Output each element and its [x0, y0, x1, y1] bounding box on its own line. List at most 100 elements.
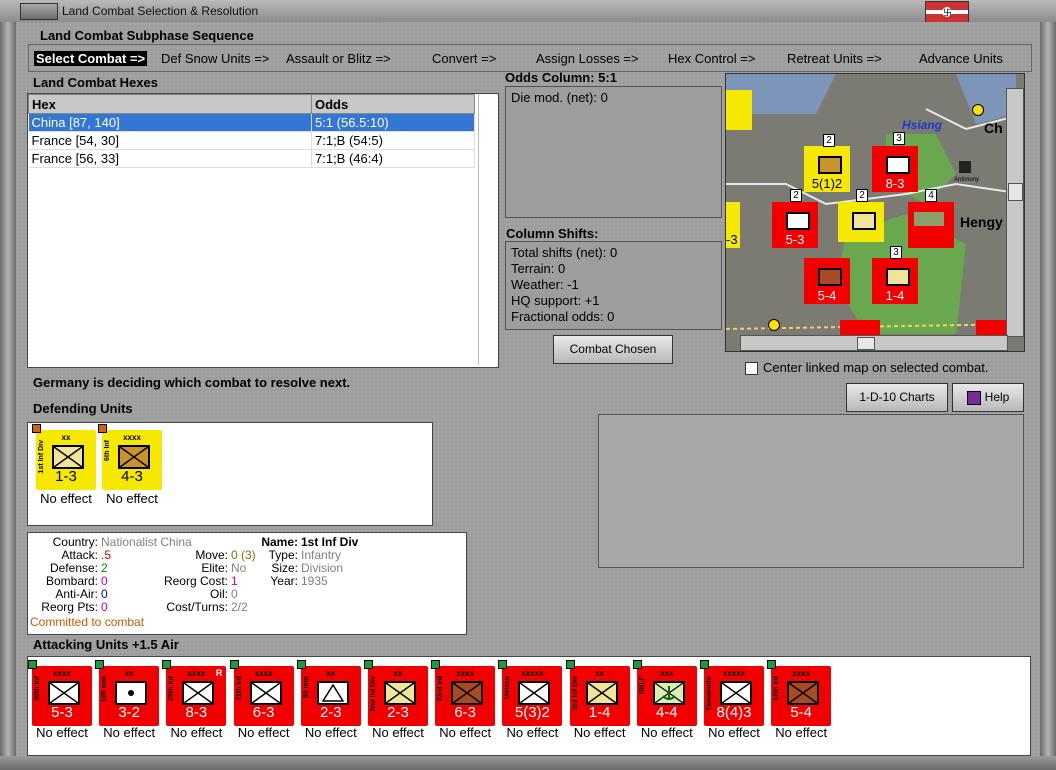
map-unit[interactable] [838, 202, 884, 242]
infantry-symbol-icon [182, 681, 215, 705]
unit-name: Umezu [504, 676, 512, 699]
infantry-symbol-icon [451, 681, 484, 705]
infantry-symbol-icon [48, 681, 80, 705]
defending-unit[interactable]: xxxx 6th Inf 4-3 [98, 424, 162, 490]
shift-fractional: Fractional odds: 0 [511, 309, 615, 324]
info-panel [598, 414, 1024, 568]
status-led [431, 660, 441, 669]
combat-chosen-button[interactable]: Combat Chosen [553, 335, 673, 364]
unit-size: xxxx [792, 669, 811, 678]
unit-factors: 8-3 [185, 704, 208, 721]
unit-symbol-icon [886, 268, 910, 286]
reserve-marker: R [215, 668, 223, 678]
scroll-thumb[interactable] [857, 337, 875, 350]
attacking-unit[interactable]: xxxx 12th Inf 5-4 [767, 660, 832, 726]
reorg-value: 0 [101, 600, 108, 614]
status-led [95, 660, 105, 669]
map-unit[interactable]: -3 [726, 202, 740, 248]
infantry-symbol-icon [720, 681, 752, 705]
attacking-unit[interactable]: xxxx 23rd Inf 6-3 [431, 660, 496, 726]
system-menu-button[interactable] [20, 3, 58, 20]
map-unit[interactable]: 1-4 [872, 258, 918, 304]
attacking-unit[interactable]: xx 105 mm 3-2 [95, 660, 160, 726]
hexes-scrollbar[interactable] [478, 94, 497, 365]
unit-name: 80 mm [302, 676, 310, 699]
charts-button[interactable]: 1-D-10 Charts [846, 383, 948, 412]
step-convert: Convert => [432, 51, 497, 66]
attacking-unit[interactable]: xxxx 11th Inf 6-3 [229, 660, 294, 726]
step-retreat-units: Retreat Units => [787, 51, 882, 66]
map-unit[interactable]: 5-4 [804, 258, 850, 304]
map-unit[interactable]: 8-3 [872, 146, 918, 192]
scroll-thumb[interactable] [1008, 183, 1023, 201]
status-led [767, 660, 777, 669]
map-unit[interactable]: 5(1)2 [804, 146, 850, 192]
step-assign-losses: Assign Losses => [536, 51, 639, 66]
map-unit[interactable] [908, 202, 954, 248]
col-odds[interactable]: Odds [311, 94, 475, 114]
marine-symbol-icon [652, 681, 685, 705]
reorg-label: Reorg Pts: [41, 600, 98, 614]
map-label-hsiang: Hsiang [902, 118, 943, 132]
center-map-checkbox[interactable] [745, 362, 758, 375]
unit-name: 11th Inf [235, 676, 243, 701]
status-led [364, 660, 373, 669]
resource-icon [959, 161, 971, 173]
attacking-unit[interactable]: xx 3rd Inf Div 1-4 [565, 660, 630, 726]
country-value: Nationalist China [101, 535, 192, 549]
table-row[interactable]: France [54, 30] 7:1;B (54:5) [28, 131, 475, 150]
map-vertical-scrollbar[interactable] [1006, 88, 1024, 337]
hex-cell: China [87, 140] [28, 113, 312, 132]
unit-result: No effect [304, 725, 357, 740]
hex-cell: France [54, 30] [28, 131, 312, 150]
unit-result: No effect [506, 725, 559, 740]
status-led [632, 660, 642, 669]
right-frame-rail [1040, 22, 1056, 770]
unit-symbol-icon [786, 212, 810, 230]
infantry-symbol-icon [118, 445, 150, 469]
map-unit[interactable] [726, 90, 752, 130]
center-map-label: Center linked map on selected combat. [763, 360, 989, 375]
infantry-symbol-icon [52, 445, 84, 469]
attacking-unit[interactable]: xx 80 mm 2-3 [296, 660, 361, 726]
attacking-unit[interactable]: xxx SNLF 4-4 [632, 660, 697, 726]
defending-heading: Defending Units [33, 401, 133, 416]
table-row[interactable]: China [87, 140] 5:1 (56.5:10) [28, 113, 475, 132]
unit-result: No effect [775, 725, 828, 740]
unit-factors: 2-3 [319, 704, 342, 721]
unit-name: SNLF [638, 676, 646, 695]
attacking-unit[interactable]: xxxx 20th Inf 5-3 [28, 660, 92, 726]
infantry-symbol-icon [787, 681, 820, 705]
help-button[interactable]: Help [952, 383, 1024, 412]
city-icon [972, 104, 984, 116]
col-hex[interactable]: Hex [28, 94, 312, 114]
unit-result: No effect [36, 725, 88, 740]
attacking-unit[interactable]: xxxxx Umezu 5(3)2 [498, 660, 563, 726]
unit-factors: 2-3 [387, 704, 409, 721]
shift-terrain: Terrain: 0 [511, 261, 566, 276]
attacking-unit[interactable]: xxxx 25th Inf R 8-3 [162, 660, 227, 726]
unit-result: No effect [237, 725, 290, 740]
unit-symbol-icon [852, 212, 876, 230]
unit-factors: 3-2 [118, 704, 141, 721]
table-row[interactable]: France [56, 33] 7:1;B (46:4) [28, 149, 475, 168]
stack-count: 2 [856, 189, 868, 202]
svg-text:卐: 卐 [943, 8, 952, 19]
map-label-ch: Ch [984, 120, 1003, 136]
unit-factors: 6-3 [454, 704, 477, 721]
unit-size: xxxx [53, 669, 71, 678]
artillery-symbol-icon [115, 681, 148, 705]
step-hex-control: Hex Control => [668, 51, 756, 66]
map-horizontal-scrollbar[interactable] [740, 335, 1008, 351]
linked-map[interactable]: ng Hsiang Ch Hengy Antimony 5(1)2 8-3 5-… [725, 73, 1025, 352]
status-led [98, 424, 107, 433]
unit-result: No effect [170, 725, 223, 740]
attacking-unit[interactable]: xxxxx Yamamoto 8(4)3 [700, 660, 764, 726]
map-unit[interactable]: 5-3 [772, 202, 818, 248]
unit-result: No effect [372, 725, 424, 740]
city-icon [768, 319, 780, 331]
unit-name: 20th Inf [34, 676, 41, 701]
unit-factors: 5-3 [51, 704, 73, 721]
defending-unit[interactable]: xx 1st Inf Div 1-3 [32, 424, 96, 490]
attacking-unit[interactable]: xx 2nd Inf Div 2-3 [364, 660, 428, 726]
